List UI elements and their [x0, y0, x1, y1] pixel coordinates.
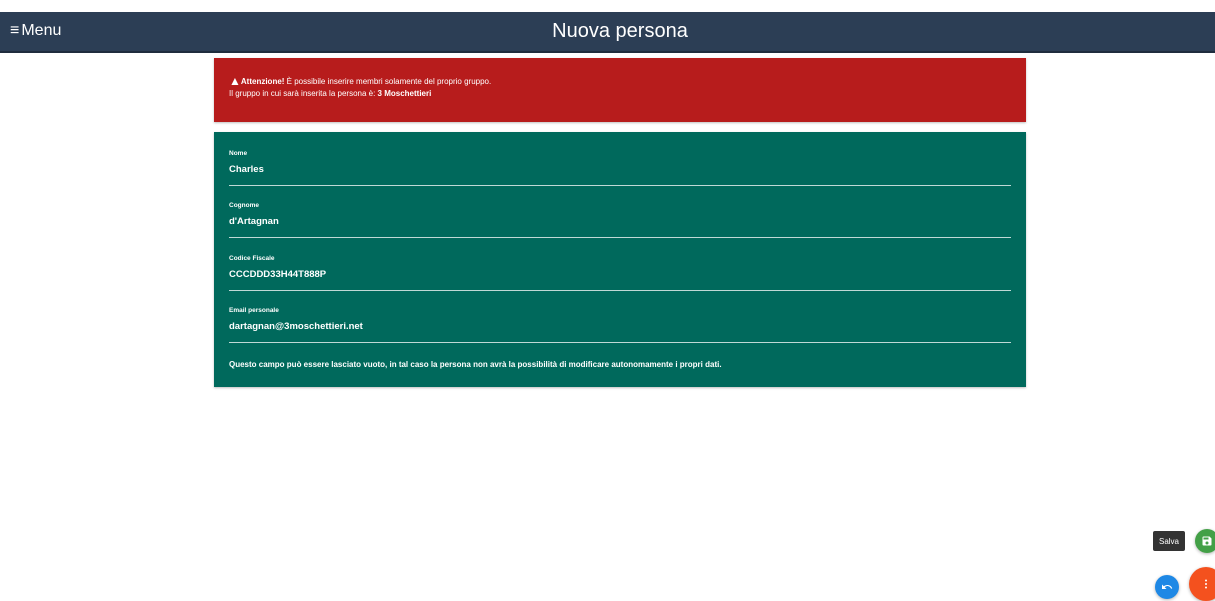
- email-hint: Questo campo può essere lasciato vuoto, …: [229, 360, 722, 369]
- email-field[interactable]: Email personale dartagnan@3moschettieri.…: [229, 307, 1011, 343]
- name-value[interactable]: Charles: [229, 164, 264, 175]
- save-button[interactable]: [1195, 529, 1215, 553]
- surname-value[interactable]: d'Artagnan: [229, 216, 279, 227]
- warning-alert: ▲Attenzione! È possibile inserire membri…: [214, 58, 1026, 122]
- save-icon: [1202, 536, 1212, 546]
- name-label: Nome: [229, 150, 248, 157]
- more-vertical-icon: [1205, 579, 1207, 589]
- email-label: Email personale: [229, 307, 279, 314]
- page-title: Nuova persona: [552, 20, 688, 42]
- alert-title: Attenzione!: [240, 77, 285, 86]
- fiscal-code-field[interactable]: Codice Fiscale CCCDDD33H44T888P: [229, 255, 1011, 291]
- alert-group-name: 3 Moschettieri: [377, 89, 432, 98]
- email-value[interactable]: dartagnan@3moschettieri.net: [229, 321, 363, 332]
- alert-line-2: Il gruppo in cui sarà inserita la person…: [229, 88, 1011, 100]
- undo-button[interactable]: [1155, 575, 1179, 599]
- warning-icon: ▲: [229, 74, 241, 88]
- alert-line-1: ▲Attenzione! È possibile inserire membri…: [229, 75, 1011, 88]
- surname-field[interactable]: Cognome d'Artagnan: [229, 202, 1011, 238]
- undo-icon: [1162, 584, 1173, 589]
- save-tooltip: Salva: [1153, 531, 1185, 551]
- name-field[interactable]: Nome Charles: [229, 150, 1011, 186]
- fiscal-code-label: Codice Fiscale: [229, 255, 275, 262]
- alert-message: È possibile inserire membri solamente de…: [284, 77, 492, 86]
- surname-label: Cognome: [229, 202, 259, 209]
- alert-group-prefix: Il gruppo in cui sarà inserita la person…: [229, 89, 378, 98]
- fiscal-code-value[interactable]: CCCDDD33H44T888P: [229, 269, 326, 280]
- more-actions-button[interactable]: [1189, 567, 1215, 601]
- top-app-bar: ≡ Menu Nuova persona: [0, 12, 1215, 53]
- person-form: Nome Charles Cognome d'Artagnan Codice F…: [214, 132, 1026, 387]
